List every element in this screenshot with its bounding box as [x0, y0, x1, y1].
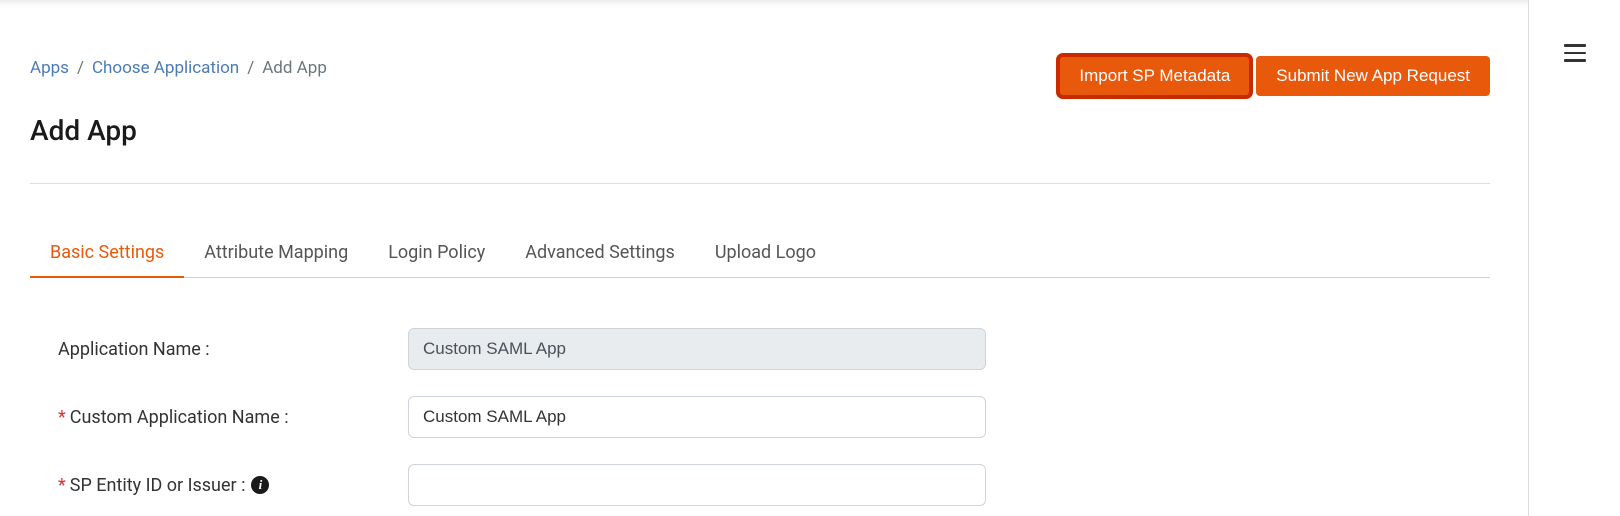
submit-new-app-request-button[interactable]: Submit New App Request — [1256, 56, 1490, 96]
info-icon[interactable]: i — [251, 476, 269, 494]
form-row-sp-entity-id: * SP Entity ID or Issuer : i — [58, 464, 1490, 506]
tab-advanced-settings[interactable]: Advanced Settings — [505, 232, 695, 277]
form: Application Name : * Custom Application … — [30, 328, 1490, 506]
required-marker: * — [58, 407, 66, 428]
custom-application-name-input[interactable] — [408, 396, 986, 438]
page-title: Add App — [30, 114, 1490, 147]
required-marker: * — [58, 475, 66, 496]
application-name-input — [408, 328, 986, 370]
menu-icon[interactable] — [1564, 44, 1586, 62]
right-rail — [1528, 0, 1620, 516]
breadcrumb-sep: / — [247, 58, 254, 78]
form-row-custom-application-name: * Custom Application Name : — [58, 396, 1490, 438]
tab-login-policy[interactable]: Login Policy — [368, 232, 505, 277]
import-sp-metadata-button[interactable]: Import SP Metadata — [1059, 56, 1250, 96]
custom-application-name-label: * Custom Application Name : — [58, 407, 408, 428]
breadcrumb-sep: / — [77, 58, 84, 78]
breadcrumb-link-apps[interactable]: Apps — [30, 58, 69, 78]
form-row-application-name: Application Name : — [58, 328, 1490, 370]
application-name-label: Application Name : — [58, 339, 408, 360]
tab-attribute-mapping[interactable]: Attribute Mapping — [184, 232, 368, 277]
sp-entity-id-label: * SP Entity ID or Issuer : i — [58, 475, 408, 496]
tabs: Basic Settings Attribute Mapping Login P… — [30, 232, 1490, 278]
header-actions: Import SP Metadata Submit New App Reques… — [1059, 56, 1490, 96]
breadcrumb-link-choose-application[interactable]: Choose Application — [92, 58, 239, 78]
divider — [30, 183, 1490, 184]
breadcrumb-current: Add App — [262, 58, 327, 78]
tab-basic-settings[interactable]: Basic Settings — [30, 232, 184, 277]
sp-entity-id-input[interactable] — [408, 464, 986, 506]
breadcrumb: Apps / Choose Application / Add App — [30, 58, 327, 78]
tab-upload-logo[interactable]: Upload Logo — [695, 232, 836, 277]
